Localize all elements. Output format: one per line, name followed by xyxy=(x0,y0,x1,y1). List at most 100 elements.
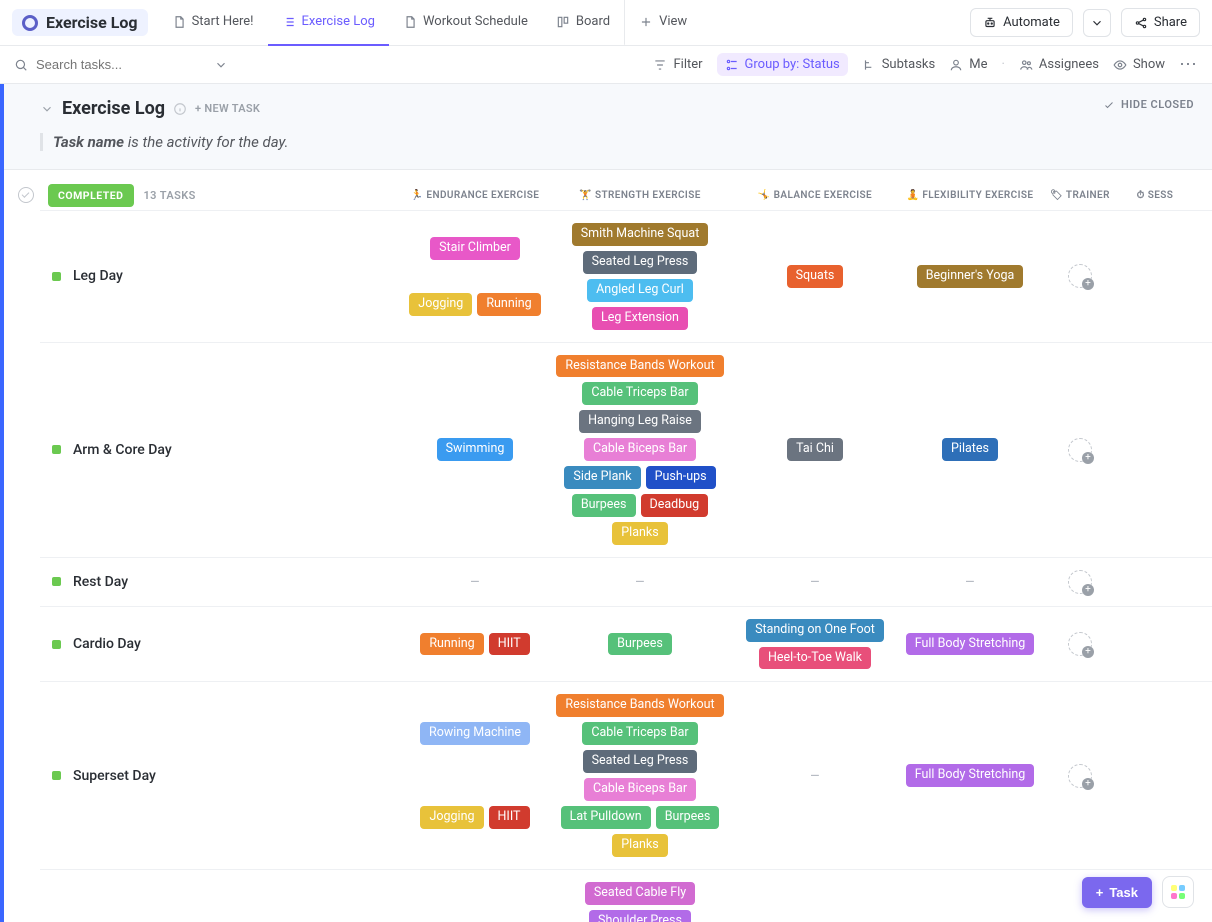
chevron-down-icon[interactable] xyxy=(214,58,228,72)
endurance-cell[interactable]: Running HIIT xyxy=(400,617,550,672)
tag[interactable]: Seated Cable Fly xyxy=(585,882,695,905)
flexibility-cell[interactable]: Full Body Stretching xyxy=(900,692,1040,858)
tag[interactable]: Seated Leg Press xyxy=(583,251,698,274)
assignee-avatar-icon[interactable] xyxy=(1068,764,1092,788)
balance-cell[interactable]: – xyxy=(730,568,900,596)
trainer-cell[interactable] xyxy=(1040,221,1120,332)
strength-cell[interactable]: Smith Machine Squat Seated Leg Press Angle… xyxy=(550,221,730,332)
tag[interactable]: HIIT xyxy=(489,806,530,829)
balance-cell[interactable]: Heel-to-Toe Walk xyxy=(730,880,900,922)
tag[interactable]: Angled Leg Curl xyxy=(587,279,693,302)
session-cell[interactable] xyxy=(1120,221,1190,332)
tag[interactable]: Deadbug xyxy=(641,494,709,517)
tag[interactable]: Squats xyxy=(787,265,844,288)
tag[interactable]: Pilates xyxy=(942,438,998,461)
table-row[interactable]: Leg DayStair ClimberJoggingRunningSmith … xyxy=(40,210,1212,342)
tag[interactable]: Beginner's Yoga xyxy=(917,265,1024,288)
flexibility-cell[interactable]: – xyxy=(900,568,1040,596)
status-square-icon[interactable] xyxy=(52,445,61,454)
tag[interactable]: Cable Biceps Bar xyxy=(584,438,696,461)
me-button[interactable]: Me xyxy=(949,57,987,72)
tab-exercise-log[interactable]: Exercise Log xyxy=(268,0,389,46)
strength-cell[interactable]: Resistance Bands WorkoutCable Triceps Ba… xyxy=(550,353,730,547)
tag[interactable]: Lat Pulldown xyxy=(561,806,651,829)
tag[interactable]: Rowing Machine xyxy=(420,722,530,745)
tag[interactable]: Seated Leg Press xyxy=(583,750,698,773)
table-row[interactable]: Arm & Core Day Swimming Resistance Bands W… xyxy=(40,342,1212,557)
session-column-head[interactable]: ⏱ SESS xyxy=(1120,190,1190,201)
assignee-avatar-icon[interactable] xyxy=(1068,438,1092,462)
tag[interactable]: Stair Climber xyxy=(430,237,520,260)
hide-closed-button[interactable]: HIDE CLOSED xyxy=(1103,98,1194,111)
task-name-cell[interactable]: Arm & Core Day xyxy=(40,353,400,547)
automate-dropdown-button[interactable] xyxy=(1083,9,1111,37)
automate-button[interactable]: Automate xyxy=(970,8,1073,37)
tag[interactable]: Burpees xyxy=(656,806,720,829)
tag[interactable]: Hanging Leg Raise xyxy=(579,410,701,433)
table-row[interactable]: Rest Day–––– xyxy=(40,557,1212,606)
strength-column-head[interactable]: 🏋 STRENGTH EXERCISE xyxy=(550,190,730,201)
strength-cell[interactable]: Seated Cable FlyShoulder PressLat Pulldo… xyxy=(550,880,730,922)
balance-column-head[interactable]: 🤸 BALANCE EXERCISE xyxy=(730,190,900,201)
session-cell[interactable] xyxy=(1120,353,1190,547)
task-name-cell[interactable]: Rest Day xyxy=(40,568,400,596)
assignee-avatar-icon[interactable] xyxy=(1068,264,1092,288)
tag[interactable]: Cable Triceps Bar xyxy=(582,722,697,745)
tag[interactable]: Tai Chi xyxy=(787,438,843,461)
tag[interactable]: Running xyxy=(477,293,540,316)
tag[interactable]: Resistance Bands Workout xyxy=(556,355,723,378)
trainer-cell[interactable] xyxy=(1040,353,1120,547)
status-square-icon[interactable] xyxy=(52,640,61,649)
endurance-cell[interactable]: – xyxy=(400,568,550,596)
tag[interactable]: Shoulder Press xyxy=(589,910,691,922)
search-input[interactable] xyxy=(36,57,176,72)
status-completed-chip[interactable]: COMPLETED xyxy=(48,184,134,207)
tag[interactable]: Burpees xyxy=(608,633,672,656)
flexibility-cell[interactable]: Pilates xyxy=(900,353,1040,547)
endurance-cell[interactable]: Stair ClimberJoggingRunning xyxy=(400,221,550,332)
tag[interactable]: Leg Extension xyxy=(592,307,688,330)
task-name-cell[interactable]: Superset Day xyxy=(40,692,400,858)
tag[interactable]: Running xyxy=(420,633,483,656)
filter-button[interactable]: Filter xyxy=(653,57,702,72)
content-scroll[interactable]: Exercise Log + NEW TASK Task name is the… xyxy=(0,84,1212,922)
tab-workout-schedule[interactable]: Workout Schedule xyxy=(389,0,542,46)
balance-cell[interactable]: – xyxy=(730,692,900,858)
apps-button[interactable] xyxy=(1162,876,1194,908)
status-square-icon[interactable] xyxy=(52,771,61,780)
endurance-cell[interactable]: Rowing MachineJoggingHIIT xyxy=(400,692,550,858)
tag[interactable]: Planks xyxy=(612,834,667,857)
tag[interactable]: Resistance Bands Workout xyxy=(556,694,723,717)
trainer-cell[interactable] xyxy=(1040,568,1120,596)
tag[interactable]: Heel-to-Toe Walk xyxy=(759,647,871,670)
status-square-icon[interactable] xyxy=(52,272,61,281)
show-button[interactable]: Show xyxy=(1113,57,1165,72)
tag[interactable]: Swimming xyxy=(437,438,514,461)
tag[interactable]: Smith Machine Squat xyxy=(572,223,709,246)
new-task-floating-button[interactable]: + Task xyxy=(1082,877,1152,908)
tag[interactable]: Side Plank xyxy=(564,466,640,489)
session-cell[interactable] xyxy=(1120,617,1190,672)
assignee-avatar-icon[interactable] xyxy=(1068,632,1092,656)
endurance-cell[interactable]: Swimming xyxy=(400,353,550,547)
share-button[interactable]: Share xyxy=(1121,8,1200,37)
assignees-button[interactable]: Assignees xyxy=(1019,57,1099,72)
endurance-column-head[interactable]: 🏃 ENDURANCE EXERCISE xyxy=(400,190,550,201)
trainer-cell[interactable] xyxy=(1040,617,1120,672)
task-name-cell[interactable]: Chest, Back, and Shoulders Day xyxy=(40,880,400,922)
more-icon[interactable]: ⋯ xyxy=(1179,54,1198,75)
strength-cell[interactable]: – xyxy=(550,568,730,596)
strength-cell[interactable]: Burpees xyxy=(550,617,730,672)
search[interactable] xyxy=(14,57,228,72)
tag[interactable]: Cable Biceps Bar xyxy=(584,778,696,801)
new-task-button[interactable]: + NEW TASK xyxy=(195,102,260,115)
flexibility-cell[interactable]: Beginner's Yoga xyxy=(900,880,1040,922)
tag[interactable]: HIIT xyxy=(489,633,530,656)
session-cell[interactable] xyxy=(1120,692,1190,858)
trainer-cell[interactable] xyxy=(1040,692,1120,858)
trainer-column-head[interactable]: 🏷 TRAINER xyxy=(1040,190,1120,201)
collapse-icon[interactable] xyxy=(40,102,54,116)
tab-start-here-[interactable]: Start Here! xyxy=(158,0,268,46)
flexibility-cell[interactable]: Beginner's Yoga xyxy=(900,221,1040,332)
strength-cell[interactable]: Resistance Bands Workout Cable Triceps Ba… xyxy=(550,692,730,858)
